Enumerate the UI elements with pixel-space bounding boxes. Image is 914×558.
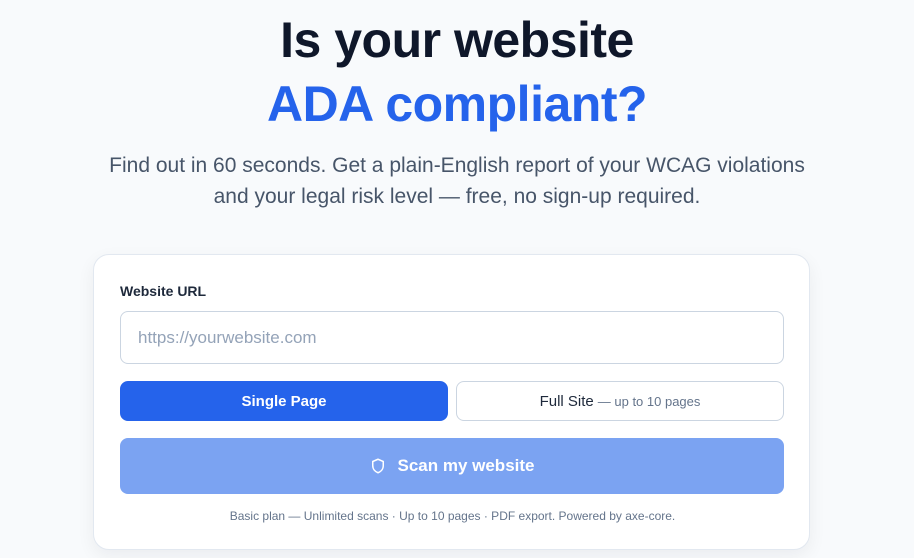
hero-title-line1: Is your website xyxy=(280,12,634,68)
hero-title: Is your website ADA compliant? xyxy=(0,8,914,136)
hero-subtitle: Find out in 60 seconds. Get a plain-Engl… xyxy=(109,154,805,208)
single-page-label: Single Page xyxy=(241,392,327,410)
hero-title-line2: ADA compliant? xyxy=(266,76,648,132)
scan-button-label: Scan my website xyxy=(397,456,535,475)
url-input[interactable] xyxy=(120,311,784,364)
scan-form-card: Website URL Single Page Full Site — up t… xyxy=(93,254,810,550)
url-field-label: Website URL xyxy=(120,283,207,299)
landing-page: Is your website ADA compliant? Find out … xyxy=(0,0,914,558)
scan-button[interactable]: Scan my website xyxy=(120,438,784,494)
full-site-note: — up to 10 pages xyxy=(597,393,701,409)
shield-icon xyxy=(369,457,387,475)
full-site-button[interactable]: Full Site — up to 10 pages xyxy=(456,381,784,421)
full-site-label: Full Site xyxy=(539,392,594,410)
plan-footnote: Basic plan — Unlimited scans · Up to 10 … xyxy=(229,509,676,523)
single-page-button[interactable]: Single Page xyxy=(120,381,448,421)
